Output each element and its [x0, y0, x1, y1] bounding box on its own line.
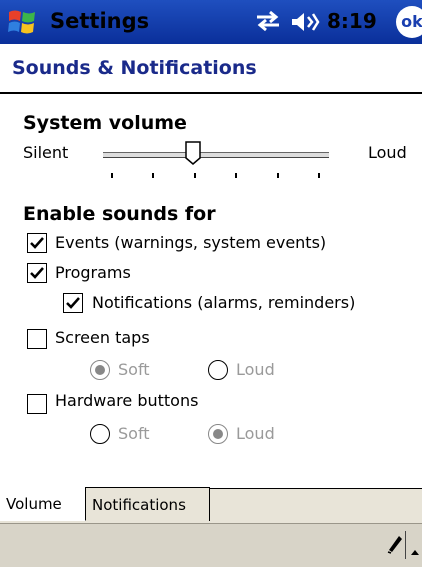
screen-taps-checkbox[interactable] — [27, 329, 47, 349]
slider-tick — [235, 173, 237, 178]
screen-taps-loud-label[interactable]: Loud — [236, 360, 275, 379]
connectivity-icon[interactable] — [255, 10, 281, 36]
hardware-buttons-checkbox[interactable] — [27, 394, 47, 414]
hardware-buttons-loud-radio[interactable] — [208, 424, 228, 444]
slider-tick — [318, 173, 320, 178]
screen-taps-soft-label[interactable]: Soft — [118, 360, 150, 379]
notifications-label[interactable]: Notifications (alarms, reminders) — [92, 293, 355, 312]
input-pen-icon[interactable] — [386, 532, 404, 558]
volume-min-label: Silent — [23, 143, 69, 162]
ok-button[interactable]: ok — [396, 6, 422, 38]
notifications-checkbox[interactable] — [63, 293, 83, 313]
volume-max-label: Loud — [368, 143, 407, 162]
page-title: Sounds & Notifications — [12, 57, 257, 79]
header-divider — [0, 92, 422, 94]
slider-tick — [111, 173, 113, 178]
slider-tick — [152, 173, 154, 178]
hardware-buttons-soft-radio[interactable] — [90, 424, 110, 444]
tab-notifications[interactable]: Notifications — [86, 487, 210, 521]
hardware-buttons-soft-label[interactable]: Soft — [118, 424, 150, 443]
programs-checkbox[interactable] — [27, 263, 47, 283]
screen-taps-soft-radio[interactable] — [90, 360, 110, 380]
sip-arrow-up-icon[interactable] — [410, 541, 420, 560]
menu-separator — [405, 531, 406, 559]
events-label[interactable]: Events (warnings, system events) — [55, 233, 326, 252]
hardware-buttons-label[interactable]: Hardware buttons — [55, 391, 198, 410]
enable-sounds-label: Enable sounds for — [23, 203, 216, 225]
menu-bar — [0, 523, 422, 567]
slider-tick — [277, 173, 279, 178]
events-checkbox[interactable] — [27, 233, 47, 253]
hardware-buttons-loud-label[interactable]: Loud — [236, 424, 275, 443]
speaker-icon[interactable] — [290, 10, 320, 38]
window-title: Settings — [50, 9, 150, 33]
slider-tick — [194, 173, 196, 178]
windows-start-icon[interactable] — [6, 6, 38, 38]
system-volume-label: System volume — [23, 112, 187, 134]
volume-slider-track[interactable] — [103, 152, 329, 158]
clock[interactable]: 8:19 — [327, 9, 377, 33]
screen-taps-label[interactable]: Screen taps — [55, 328, 150, 347]
tab-volume[interactable]: Volume — [0, 487, 86, 521]
screen-taps-loud-radio[interactable] — [208, 360, 228, 380]
volume-slider-thumb[interactable] — [185, 141, 202, 165]
programs-label[interactable]: Programs — [55, 263, 131, 282]
